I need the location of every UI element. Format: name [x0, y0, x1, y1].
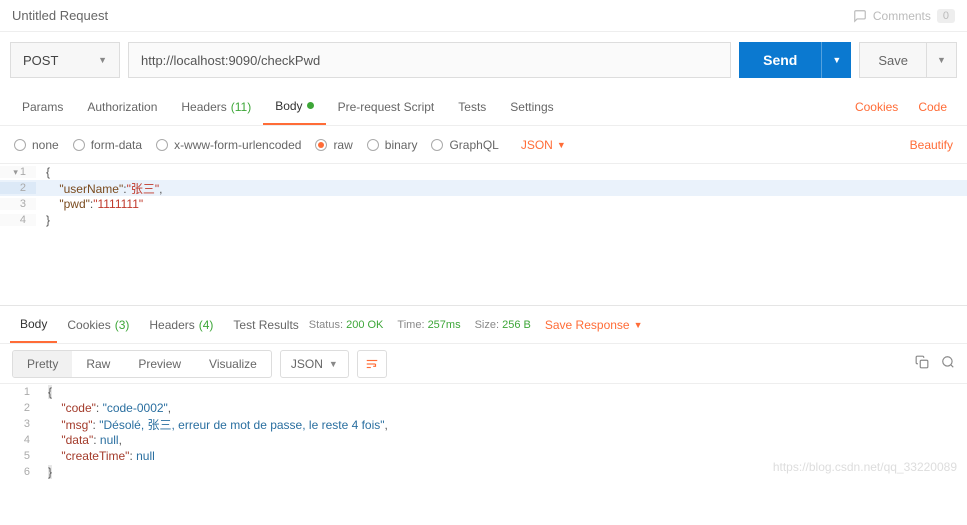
send-dropdown[interactable]: ▼ — [821, 42, 851, 78]
chevron-down-icon: ▼ — [329, 359, 338, 369]
headers-count: (11) — [231, 100, 251, 114]
radio-graphql[interactable]: GraphQL — [431, 138, 498, 152]
time-value: 257ms — [428, 319, 461, 331]
response-meta: Status: 200 OK Time: 257ms Size: 256 B S… — [309, 318, 643, 332]
cookies-link[interactable]: Cookies — [845, 100, 908, 114]
radio-raw[interactable]: raw — [315, 138, 352, 152]
save-response-button[interactable]: Save Response ▼ — [545, 318, 643, 332]
url-input[interactable]: http://localhost:9090/checkPwd — [128, 42, 731, 78]
radio-binary[interactable]: binary — [367, 138, 418, 152]
view-raw[interactable]: Raw — [72, 351, 124, 377]
request-body-editor[interactable]: ▾1{ 2 "userName":"张三", 3 "pwd":"1111111"… — [0, 164, 967, 306]
code-link[interactable]: Code — [908, 100, 957, 114]
request-header: Untitled Request Comments 0 — [0, 0, 967, 32]
tab-body[interactable]: Body — [263, 88, 325, 125]
resp-tab-headers[interactable]: Headers (4) — [139, 306, 223, 343]
request-bar: POST ▼ http://localhost:9090/checkPwd Se… — [0, 32, 967, 88]
request-tabs: Params Authorization Headers (11) Body P… — [0, 88, 967, 126]
copy-icon — [915, 355, 929, 369]
search-button[interactable] — [941, 355, 955, 372]
method-select[interactable]: POST ▼ — [10, 42, 120, 78]
url-value: http://localhost:9090/checkPwd — [141, 53, 320, 68]
view-pretty[interactable]: Pretty — [13, 351, 72, 377]
chevron-down-icon: ▼ — [634, 320, 643, 330]
tab-params[interactable]: Params — [10, 88, 75, 125]
resp-tab-testresults[interactable]: Test Results — [223, 306, 308, 343]
comments-button[interactable]: Comments 0 — [853, 9, 955, 23]
body-modified-dot — [307, 102, 314, 109]
comment-icon — [853, 9, 867, 23]
copy-button[interactable] — [915, 355, 929, 372]
radio-urlencoded[interactable]: x-www-form-urlencoded — [156, 138, 301, 152]
resp-headers-count: (4) — [199, 318, 214, 332]
save-button[interactable]: Save — [859, 42, 927, 78]
chevron-down-icon: ▼ — [832, 55, 841, 65]
wrap-lines-button[interactable] — [357, 350, 387, 378]
tab-tests[interactable]: Tests — [446, 88, 498, 125]
response-tabs: Body Cookies (3) Headers (4) Test Result… — [0, 306, 967, 344]
response-body-editor[interactable]: 1{ 2 "code": "code-0002", 3 "msg": "Déso… — [0, 384, 967, 480]
wrap-icon — [364, 357, 380, 371]
view-visualize[interactable]: Visualize — [195, 351, 271, 377]
body-lang-select[interactable]: JSON ▼ — [521, 138, 566, 152]
chevron-down-icon: ▼ — [98, 55, 107, 65]
body-type-bar: none form-data x-www-form-urlencoded raw… — [0, 126, 967, 164]
resp-tab-body[interactable]: Body — [10, 306, 57, 343]
size-value: 256 B — [502, 319, 531, 331]
response-toolbar: Pretty Raw Preview Visualize JSON ▼ — [0, 344, 967, 384]
comments-count: 0 — [937, 9, 955, 23]
resp-tab-cookies[interactable]: Cookies (3) — [57, 306, 139, 343]
response-lang-select[interactable]: JSON ▼ — [280, 350, 349, 378]
resp-cookies-count: (3) — [115, 318, 130, 332]
chevron-down-icon: ▼ — [937, 55, 946, 65]
tab-authorization[interactable]: Authorization — [75, 88, 169, 125]
comments-label: Comments — [873, 9, 931, 23]
status-value: 200 OK — [346, 319, 383, 331]
radio-none[interactable]: none — [14, 138, 59, 152]
save-dropdown[interactable]: ▼ — [927, 42, 957, 78]
tab-headers[interactable]: Headers (11) — [169, 88, 263, 125]
chevron-down-icon: ▼ — [557, 140, 566, 150]
search-icon — [941, 355, 955, 369]
tab-settings[interactable]: Settings — [498, 88, 565, 125]
radio-formdata[interactable]: form-data — [73, 138, 142, 152]
view-preview[interactable]: Preview — [124, 351, 195, 377]
beautify-button[interactable]: Beautify — [910, 138, 953, 152]
tab-prerequest[interactable]: Pre-request Script — [326, 88, 447, 125]
view-mode-segment: Pretty Raw Preview Visualize — [12, 350, 272, 378]
request-title: Untitled Request — [12, 8, 853, 23]
method-value: POST — [23, 53, 58, 68]
send-button[interactable]: Send — [739, 42, 821, 78]
